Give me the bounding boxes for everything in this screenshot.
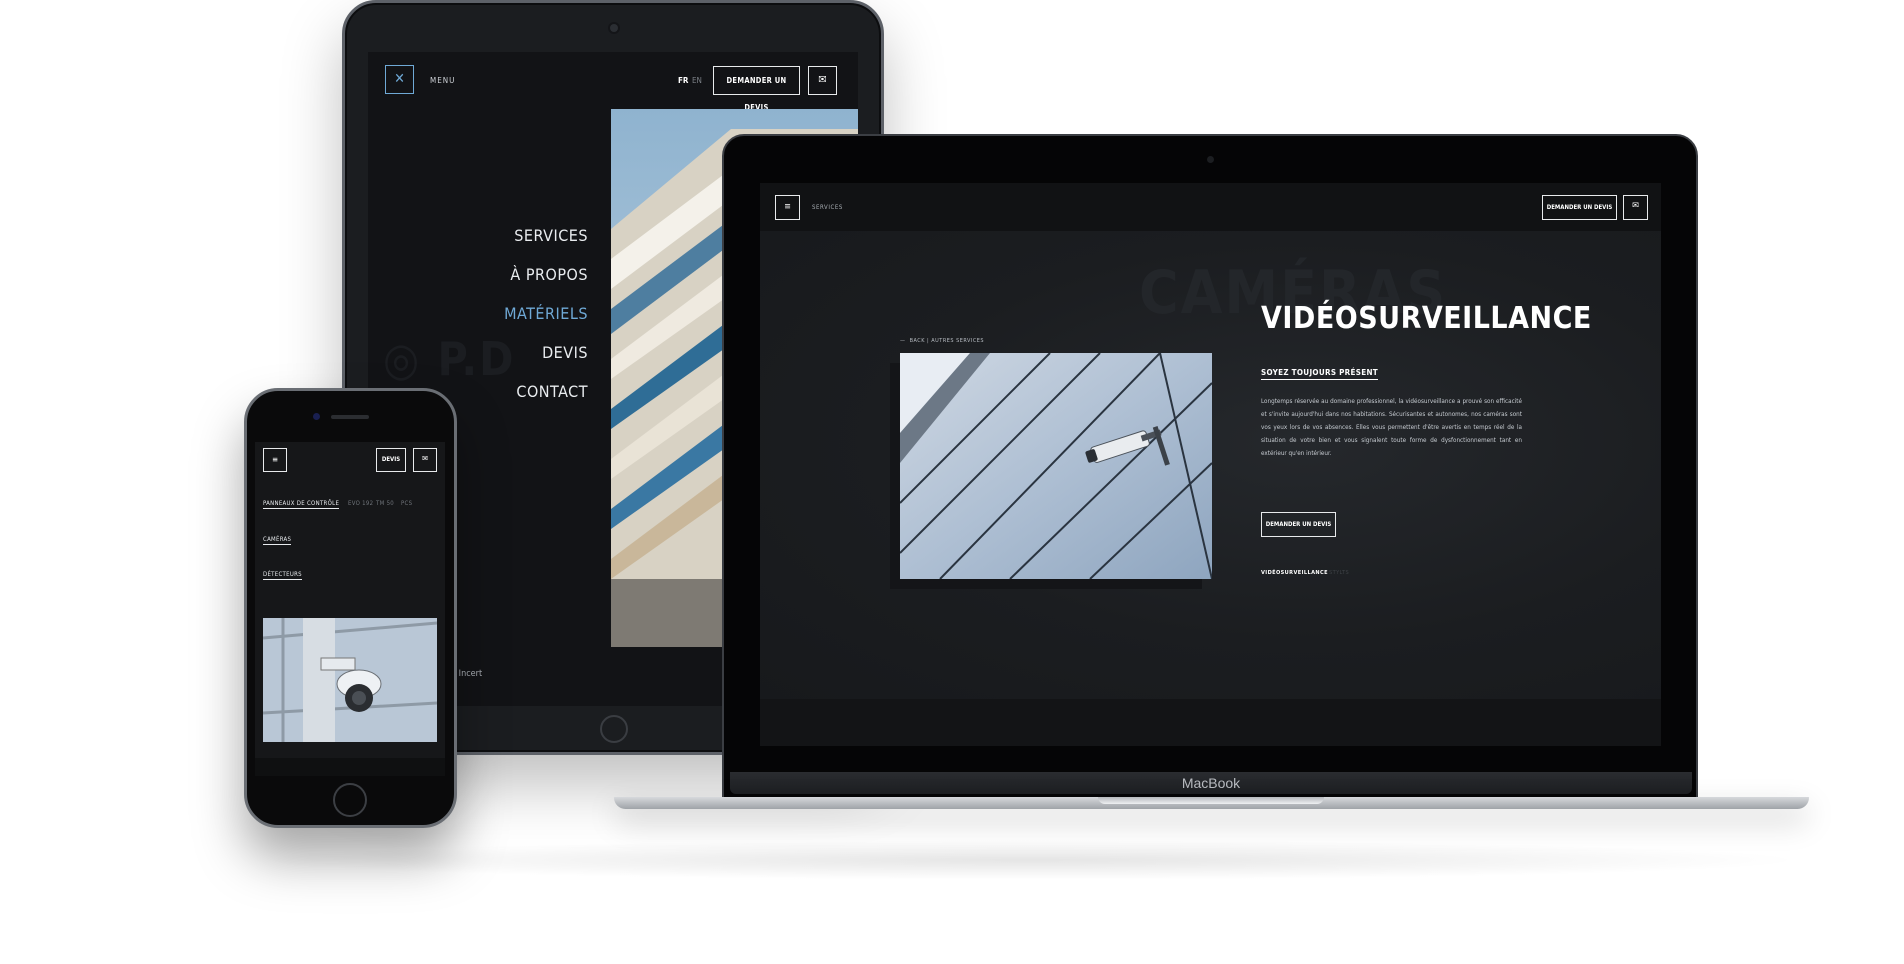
mail-button[interactable]: ✉ <box>413 448 437 472</box>
mail-icon: ✉ <box>421 454 429 463</box>
lang-fr-link[interactable]: FR <box>678 76 688 85</box>
mail-button[interactable]: ✉ <box>1623 195 1648 220</box>
hamburger-menu-button[interactable]: ≡ <box>263 448 287 472</box>
hamburger-menu-button[interactable]: ≡ <box>775 195 800 220</box>
breadcrumb[interactable]: — BACK | AUTRES SERVICES <box>900 338 984 344</box>
hamburger-menu-icon: ≡ <box>271 455 279 464</box>
description-paragraph: Longtemps réservée au domaine profession… <box>1261 398 1522 457</box>
close-icon: ✕ <box>394 71 405 87</box>
category-detecteurs[interactable]: DÉTECTEURS <box>263 571 302 580</box>
laptop-screen: ≡ SERVICES DEMANDER UN DEVIS ✉ CAMÉRAS —… <box>760 183 1661 746</box>
phone-camera <box>313 413 320 420</box>
category-cameras[interactable]: CAMÉRAS <box>263 536 292 545</box>
menu-item-materiels[interactable]: MATÉRIELS <box>428 304 588 323</box>
quote-button[interactable]: DEVIS <box>376 448 406 472</box>
menu-item-a-propos[interactable]: À PROPOS <box>428 265 588 284</box>
laptop-hinge-notch <box>1098 797 1324 804</box>
tablet-camera <box>610 24 618 32</box>
tab-pcs[interactable]: PCS <box>401 500 412 507</box>
phone-footer <box>255 758 445 776</box>
top-navbar <box>760 183 1661 231</box>
laptop-brand-label: MacBook <box>1181 775 1241 791</box>
phone-speaker <box>331 415 369 419</box>
close-menu-button[interactable]: ✕ <box>385 65 414 94</box>
service-tab-second[interactable]: STYLTS <box>1329 570 1349 576</box>
mail-icon: ✉ <box>1632 201 1639 211</box>
page-title: VIDÉOSURVEILLANCE <box>1261 301 1592 336</box>
request-quote-button[interactable]: DEMANDER UN DEVIS <box>713 66 800 112</box>
menu-item-services[interactable]: SERVICES <box>428 226 588 245</box>
menu-item-devis[interactable]: DEVIS <box>428 343 588 362</box>
tab-panneaux-de-controle[interactable]: PANNEAUX DE CONTRÔLE <box>263 500 340 509</box>
section-label: SERVICES <box>812 204 843 211</box>
service-tab-videosurveillance[interactable]: VIDÉOSURVEILLANCE <box>1261 570 1328 576</box>
mail-icon: ✉ <box>818 73 827 86</box>
hamburger-menu-icon: ≡ <box>784 202 791 212</box>
bottom-band <box>760 699 1661 746</box>
request-quote-button[interactable]: DEMANDER UN DEVIS <box>1542 195 1617 220</box>
mail-button[interactable]: ✉ <box>808 66 837 95</box>
laptop-camera <box>1207 156 1214 163</box>
phone-screen: ≡ DEVIS ✉ PANNEAUX DE CONTRÔLE EVO 192 T… <box>255 442 445 776</box>
tab-tm-50[interactable]: TM 50 <box>376 500 394 507</box>
menu-label: MENU <box>430 76 456 85</box>
floor-shadow <box>250 840 1810 880</box>
menu-item-contact[interactable]: CONTACT <box>428 382 588 401</box>
breadcrumb-text[interactable]: BACK | AUTRES SERVICES <box>910 338 984 344</box>
dome-camera-photo <box>263 618 437 742</box>
tab-evo-192[interactable]: EVO 192 <box>348 500 373 507</box>
cta-request-quote-button[interactable]: DEMANDER UN DEVIS <box>1261 512 1336 537</box>
lang-en-link[interactable]: EN <box>692 76 702 85</box>
tablet-home-button <box>600 715 628 743</box>
camera-photo <box>900 353 1212 579</box>
page-subtitle: SOYEZ TOUJOURS PRÉSENT <box>1261 368 1378 380</box>
phone-home-button <box>333 783 367 817</box>
